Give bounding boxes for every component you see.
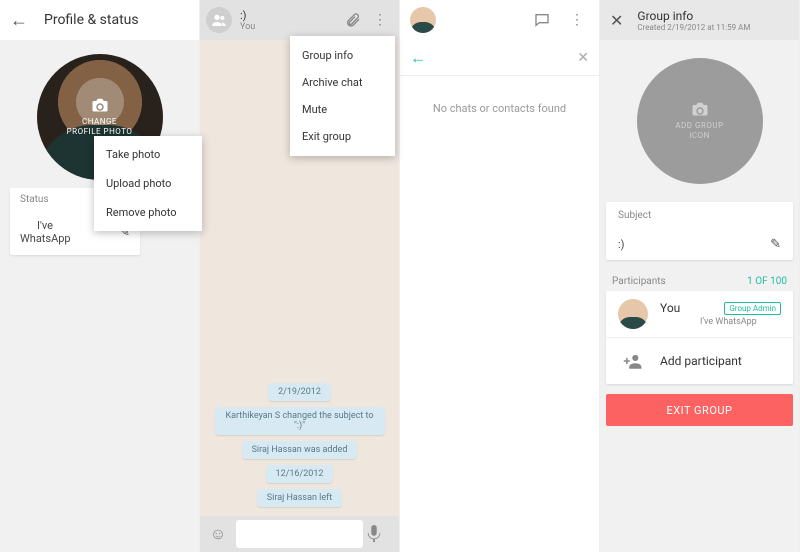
exit-group-button[interactable]: EXIT GROUP <box>606 394 793 426</box>
participants-section: Participants 1 OF 100 You Group Admin I'… <box>600 268 799 384</box>
group-info-body: ADD GROUPICON Subject :) ✎ Participants … <box>600 40 799 552</box>
more-icon[interactable]: ⋮ <box>565 12 589 28</box>
pane-group-chat: :) You ⋮ Group info Archive chat Mute Ex… <box>200 0 400 552</box>
group-info-title-block: Group info Created 2/19/2012 at 11:59 AM <box>637 9 750 32</box>
chat-subtitle: You <box>240 22 339 32</box>
group-info-header: ✕ Group info Created 2/19/2012 at 11:59 … <box>600 0 799 40</box>
pane-group-info: ✕ Group info Created 2/19/2012 at 11:59 … <box>600 0 800 552</box>
clear-search-icon[interactable]: ✕ <box>577 50 589 66</box>
my-avatar[interactable] <box>410 7 436 33</box>
menu-upload-photo[interactable]: Upload photo <box>94 169 202 198</box>
message-input[interactable] <box>236 520 363 548</box>
chat-input-bar: ☺ <box>200 516 399 552</box>
add-person-icon <box>618 346 648 376</box>
participant-status: I've WhatsApp <box>700 317 781 327</box>
system-bubble: Siraj Hassan was added <box>242 441 358 459</box>
menu-group-info[interactable]: Group info <box>290 42 395 69</box>
edit-subject-icon[interactable]: ✎ <box>770 237 781 252</box>
empty-state-text: No chats or contacts found <box>400 102 599 115</box>
participant-name: You <box>660 301 680 315</box>
system-bubble: 12/16/2012 <box>266 465 334 483</box>
back-arrow-icon[interactable]: ← <box>10 10 28 31</box>
chat-title-block[interactable]: :) You <box>240 9 339 32</box>
chat-icon[interactable] <box>529 12 555 28</box>
add-participant-row[interactable]: Add participant <box>606 338 793 384</box>
pane-search: ⋮ ← ✕ No chats or contacts found <box>400 0 600 552</box>
pane-profile-status: ← Profile & status CHANGEPROFILE PHOTO T… <box>0 0 200 552</box>
chat-header: :) You ⋮ <box>200 0 399 40</box>
menu-mute[interactable]: Mute <box>290 96 395 123</box>
profile-title: Profile & status <box>44 12 139 28</box>
subject-label: Subject <box>618 210 781 221</box>
group-info-title: Group info <box>637 9 750 23</box>
system-bubble: Karthikeyan S changed the subject to ":)… <box>215 407 385 435</box>
profile-avatar-overlay-text: CHANGEPROFILE PHOTO <box>67 117 133 136</box>
participant-row[interactable]: You Group Admin I've WhatsApp <box>606 291 793 338</box>
group-info-subtitle: Created 2/19/2012 at 11:59 AM <box>637 23 750 32</box>
chat-options-menu: Group info Archive chat Mute Exit group <box>290 36 395 156</box>
camera-icon <box>91 98 109 113</box>
system-bubble: 2/19/2012 <box>268 383 331 401</box>
emoji-icon[interactable]: ☺ <box>204 524 232 544</box>
menu-remove-photo[interactable]: Remove photo <box>94 198 202 227</box>
search-input[interactable] <box>436 47 577 69</box>
admin-badge: Group Admin <box>724 302 781 315</box>
profile-body: CHANGEPROFILE PHOTO Take photo Upload ph… <box>0 40 199 552</box>
photo-options-menu: Take photo Upload photo Remove photo <box>94 136 202 231</box>
mic-icon[interactable] <box>367 525 395 543</box>
group-icon-text: ADD GROUPICON <box>675 121 723 140</box>
group-icon-placeholder[interactable]: ADD GROUPICON <box>637 58 763 184</box>
chat-title: :) <box>240 9 339 22</box>
menu-exit-group[interactable]: Exit group <box>290 123 395 150</box>
attach-icon[interactable] <box>339 12 367 28</box>
participants-count: 1 OF 100 <box>747 276 787 287</box>
profile-header: ← Profile & status <box>0 0 199 40</box>
participant-avatar <box>618 299 648 329</box>
more-icon[interactable]: ⋮ <box>367 12 393 28</box>
camera-icon <box>691 102 709 117</box>
close-icon[interactable]: ✕ <box>610 11 623 30</box>
search-back-icon[interactable]: ← <box>410 48 426 68</box>
status-value: I've WhatsApp <box>20 219 70 245</box>
participants-label: Participants <box>612 276 666 287</box>
system-bubble: Siraj Hassan left <box>257 489 342 507</box>
search-bar: ← ✕ <box>400 40 599 76</box>
menu-archive-chat[interactable]: Archive chat <box>290 69 395 96</box>
subject-value: :) <box>618 238 625 251</box>
menu-take-photo[interactable]: Take photo <box>94 140 202 169</box>
subject-card: Subject :) ✎ <box>606 202 793 260</box>
search-top-bar: ⋮ <box>400 0 599 40</box>
group-avatar-icon[interactable] <box>206 7 232 33</box>
add-participant-label: Add participant <box>660 354 742 368</box>
group-icon-container: ADD GROUPICON <box>600 40 799 202</box>
